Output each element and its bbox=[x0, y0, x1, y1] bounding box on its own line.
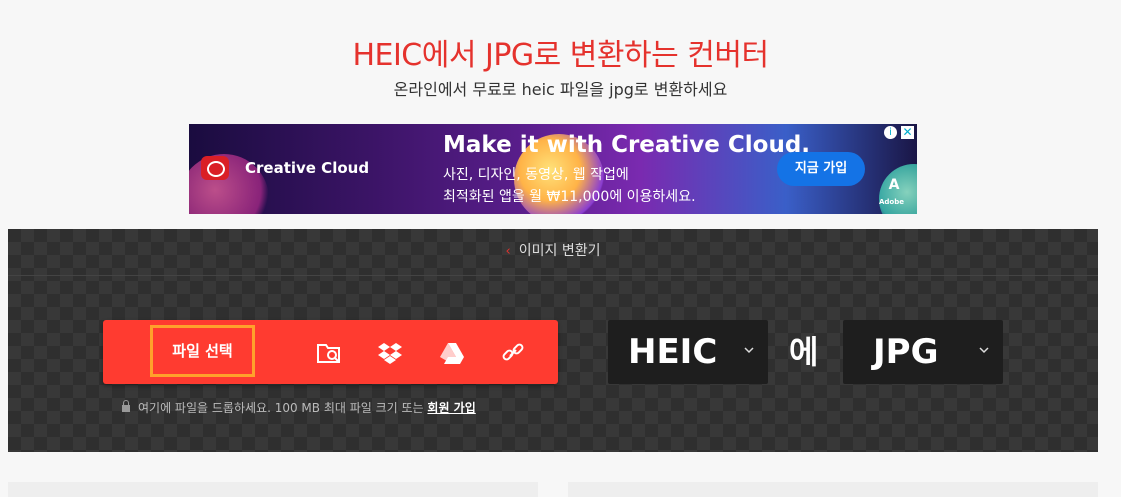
ad-close-icon[interactable]: ✕ bbox=[901, 126, 914, 139]
url-link-icon[interactable] bbox=[500, 340, 526, 366]
ad-copy-line1: 사진, 디자인, 동영상, 웹 작업에 bbox=[443, 167, 629, 183]
lock-icon bbox=[122, 400, 130, 412]
content-card-right bbox=[568, 482, 1098, 497]
source-format-select[interactable]: HEIC bbox=[608, 320, 768, 384]
content-card-left bbox=[8, 482, 538, 497]
ad-copy-line2: 최적화된 앱을 월 ₩11,000에 이용하세요. bbox=[443, 189, 696, 205]
adobe-logo-text: Adobe bbox=[879, 198, 904, 206]
drop-hint-text: 여기에 파일을 드롭하세요. 100 MB 최대 파일 크기 또는 bbox=[138, 401, 424, 415]
ad-brand: Creative Cloud bbox=[245, 159, 370, 177]
upload-button-group[interactable]: 파일 선택 bbox=[103, 320, 558, 384]
target-format-value: JPG bbox=[873, 332, 939, 372]
ad-signup-button[interactable]: 지금 가입 bbox=[777, 152, 865, 186]
page-subtitle: 온라인에서 무료로 heic 파일을 jpg로 변환하세요 bbox=[393, 80, 728, 99]
choose-file-button[interactable]: 파일 선택 bbox=[150, 325, 255, 377]
converter-panel: ‹ 이미지 변환기 파일 선택 여기에 파일을 드롭하세요. 100 MB 최대 … bbox=[8, 229, 1098, 452]
to-label: 에 bbox=[789, 333, 819, 371]
ad-banner[interactable]: Creative Cloud Make it with Creative Clo… bbox=[189, 124, 917, 214]
ad-headline: Make it with Creative Cloud. bbox=[443, 132, 811, 158]
signup-link[interactable]: 회원 가입 bbox=[427, 401, 475, 415]
breadcrumb[interactable]: ‹ 이미지 변환기 bbox=[8, 229, 1098, 276]
chevron-left-icon: ‹ bbox=[505, 244, 511, 259]
chevron-down-icon bbox=[744, 347, 754, 354]
dropbox-icon[interactable] bbox=[377, 340, 403, 366]
creative-cloud-logo-icon bbox=[201, 156, 229, 180]
drop-hint: 여기에 파일을 드롭하세요. 100 MB 최대 파일 크기 또는 회원 가입 bbox=[122, 399, 476, 416]
ad-info-icon[interactable]: i bbox=[884, 126, 897, 139]
breadcrumb-label[interactable]: 이미지 변환기 bbox=[519, 243, 601, 259]
page-title: HEIC에서 JPG로 변환하는 컨버터 bbox=[352, 38, 769, 73]
google-drive-icon[interactable] bbox=[439, 340, 465, 366]
chevron-down-icon bbox=[979, 347, 989, 354]
device-folder-icon[interactable] bbox=[316, 340, 342, 366]
target-format-select[interactable]: JPG bbox=[843, 320, 1003, 384]
source-format-value: HEIC bbox=[628, 332, 718, 372]
